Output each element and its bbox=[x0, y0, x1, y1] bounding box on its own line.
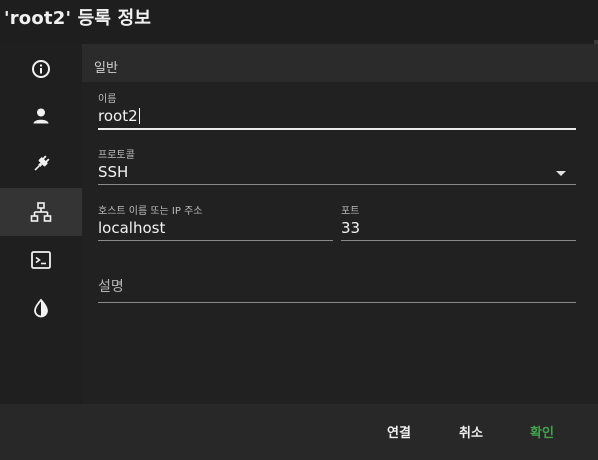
sidebar-item-appearance[interactable] bbox=[0, 284, 82, 332]
person-icon bbox=[33, 108, 49, 124]
chevron-down-icon[interactable] bbox=[556, 171, 566, 176]
cancel-button[interactable]: 취소 bbox=[459, 422, 483, 441]
name-field[interactable]: 이름 root2 bbox=[98, 90, 576, 132]
name-value: root2 bbox=[98, 107, 138, 125]
host-field[interactable]: 호스트 이름 또는 IP 주소 localhost bbox=[98, 202, 333, 244]
name-label: 이름 bbox=[98, 94, 117, 105]
text-caret bbox=[138, 108, 140, 124]
dialog-title: 'root2' 등록 정보 bbox=[4, 8, 152, 29]
description-input[interactable]: 설명 bbox=[98, 276, 124, 296]
properties-panel: 일반 이름 root2 프로토콜 SSH 호스트 이름 또는 IP 주소 loc… bbox=[82, 44, 598, 404]
protocol-label: 프로토콜 bbox=[98, 150, 135, 161]
description-field[interactable]: 설명 bbox=[98, 272, 576, 304]
port-field[interactable]: 포트 33 bbox=[341, 202, 576, 244]
section-label: 일반 bbox=[94, 61, 118, 76]
protocol-value: SSH bbox=[98, 163, 129, 181]
port-input[interactable]: 33 bbox=[341, 219, 360, 237]
terminal-icon bbox=[31, 251, 51, 269]
sidebar-item-network[interactable] bbox=[0, 188, 82, 236]
section-header: 일반 bbox=[82, 44, 598, 82]
port-underline bbox=[341, 240, 576, 241]
sidebar-item-user[interactable] bbox=[0, 92, 82, 140]
host-label: 호스트 이름 또는 IP 주소 bbox=[98, 206, 203, 217]
protocol-select[interactable]: 프로토콜 SSH bbox=[98, 146, 576, 188]
host-underline bbox=[98, 240, 333, 241]
host-input[interactable]: localhost bbox=[98, 219, 165, 237]
contrast-icon bbox=[34, 298, 48, 318]
dialog-footer: 연결 취소 확인 bbox=[0, 404, 598, 460]
sidebar-item-info[interactable] bbox=[0, 45, 82, 93]
connect-button[interactable]: 연결 bbox=[387, 422, 411, 441]
description-underline bbox=[98, 302, 576, 303]
info-icon bbox=[32, 60, 50, 78]
port-label: 포트 bbox=[341, 206, 360, 217]
plug-icon bbox=[34, 155, 50, 171]
ok-button[interactable]: 확인 bbox=[530, 422, 554, 441]
protocol-underline bbox=[98, 184, 576, 185]
sidebar bbox=[0, 44, 82, 404]
network-icon bbox=[30, 202, 52, 222]
name-input[interactable]: root2 bbox=[98, 107, 140, 125]
sidebar-item-connection[interactable] bbox=[0, 140, 82, 188]
sidebar-item-terminal[interactable] bbox=[0, 236, 82, 284]
name-underline bbox=[98, 128, 576, 130]
